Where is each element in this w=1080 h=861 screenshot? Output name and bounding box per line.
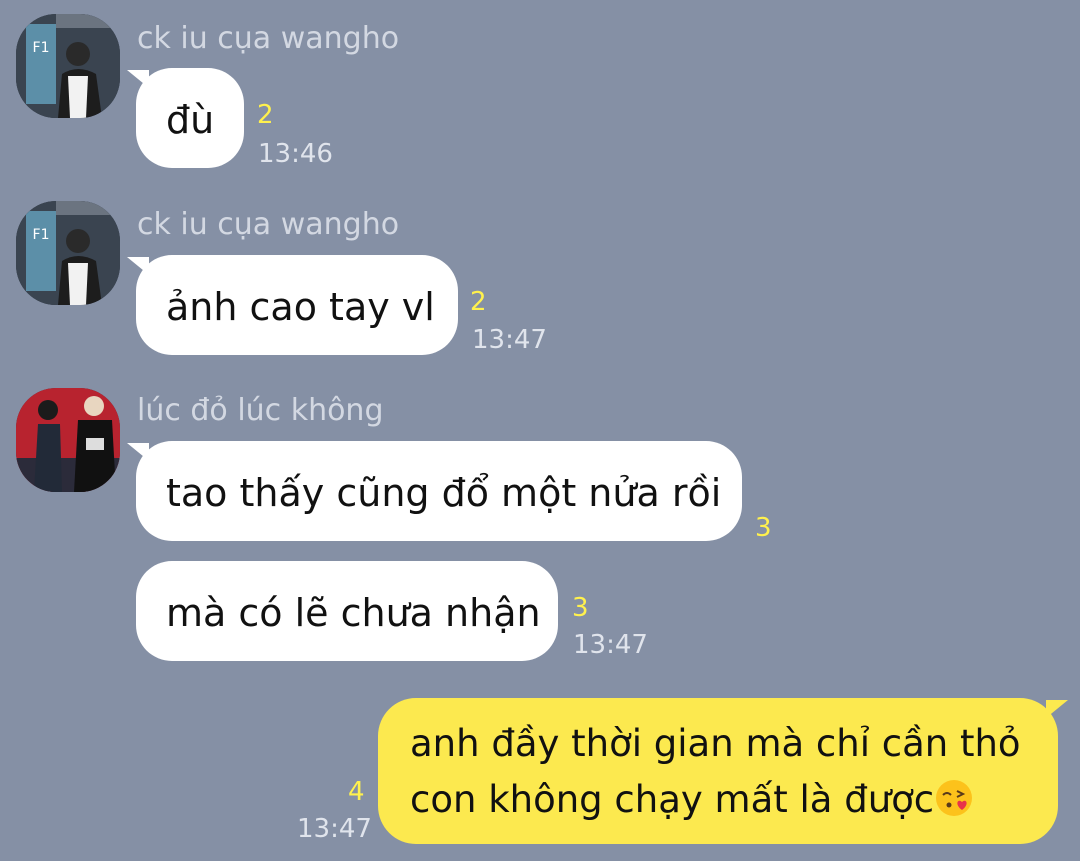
- unread-count: 2: [257, 100, 274, 130]
- message-bubble[interactable]: đù: [127, 68, 244, 168]
- message-time: 13:47: [297, 814, 372, 844]
- message-text: con không chạy mất là được: [410, 778, 935, 821]
- sender-name: lúc đỏ lúc không: [137, 393, 384, 428]
- unread-count: 4: [348, 777, 365, 807]
- face-blowing-kiss-icon: [934, 778, 974, 818]
- message-text-line: con không chạy mất là được: [410, 772, 974, 828]
- unread-count: 3: [755, 513, 772, 543]
- message-bubble[interactable]: tao thấy cũng đổ một nửa rồi: [127, 441, 742, 541]
- message-time: 13:47: [472, 325, 547, 355]
- svg-text:F1: F1: [33, 227, 50, 243]
- unread-count: 2: [470, 287, 487, 317]
- avatar[interactable]: F1: [16, 14, 120, 118]
- unread-count: 3: [572, 593, 589, 623]
- outgoing-message-bubble[interactable]: anh đầy thời gian mà chỉ cần thỏ con khô…: [378, 698, 1068, 844]
- message-bubble[interactable]: ảnh cao tay vl: [127, 255, 458, 355]
- message-text: ảnh cao tay vl: [166, 285, 435, 329]
- message-time: 13:47: [573, 630, 648, 660]
- sender-name: ck iu cụa wangho: [137, 21, 400, 56]
- message-text: tao thấy cũng đổ một nửa rồi: [166, 471, 722, 515]
- message-text-line: anh đầy thời gian mà chỉ cần thỏ: [410, 722, 1021, 765]
- svg-text:F1: F1: [33, 40, 50, 56]
- message-time: 13:46: [258, 139, 333, 169]
- avatar[interactable]: [16, 388, 120, 492]
- message-text: mà có lẽ chưa nhận: [166, 591, 541, 635]
- avatar[interactable]: F1: [16, 201, 120, 305]
- sender-name: ck iu cụa wangho: [137, 207, 400, 242]
- message-bubble[interactable]: mà có lẽ chưa nhận: [136, 561, 558, 661]
- message-text: đù: [166, 98, 215, 142]
